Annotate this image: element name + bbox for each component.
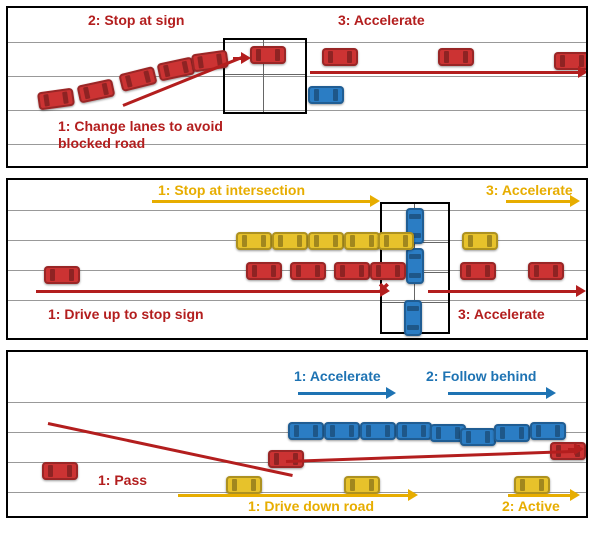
blue-car-icon <box>530 422 566 440</box>
arrow-red-accelerate <box>428 290 578 293</box>
yellow-car-icon <box>514 476 550 494</box>
red-car-icon <box>42 462 78 480</box>
red-car-icon <box>290 262 326 280</box>
label-yellow-stop: 1: Stop at intersection <box>158 182 305 199</box>
red-car-icon <box>370 262 406 280</box>
yellow-car-icon <box>226 476 262 494</box>
arrow-accelerate <box>310 71 580 74</box>
label-red-driveup: 1: Drive up to stop sign <box>48 306 204 323</box>
arrow-lane-change-head <box>233 57 243 60</box>
red-car-icon <box>44 266 80 284</box>
stop-marker-icon: ✖ <box>378 280 390 297</box>
label-accelerate: 3: Accelerate <box>338 12 425 29</box>
label-yellow-drive: 1: Drive down road <box>248 498 374 515</box>
blue-car-icon <box>460 428 496 446</box>
scenario-3: 1: Accelerate 2: Follow behind 1: Pass 1… <box>6 350 588 518</box>
blue-car-icon <box>308 86 344 104</box>
arrow-yellow-accelerate <box>506 200 572 203</box>
arrow-yellow-stop <box>152 200 372 203</box>
red-car-icon <box>322 48 358 66</box>
red-car-icon <box>246 262 282 280</box>
yellow-car-icon <box>378 232 414 250</box>
arrow-yellow-active <box>508 494 572 497</box>
blue-car-icon <box>360 422 396 440</box>
blue-car-icon <box>288 422 324 440</box>
label-blue-accelerate: 1: Accelerate <box>294 368 381 385</box>
scenario-1: 2: Stop at sign 3: Accelerate 1: Change … <box>6 6 588 168</box>
label-blue-follow: 2: Follow behind <box>426 368 536 385</box>
arrow-yellow-drive <box>178 494 410 497</box>
arrow-blue-follow <box>448 392 548 395</box>
yellow-car-icon <box>344 476 380 494</box>
label-red-pass: 1: Pass <box>98 472 147 489</box>
arrow-red-driveup <box>36 290 382 293</box>
arrow-blue-accelerate <box>298 392 388 395</box>
blue-car-icon <box>494 424 530 442</box>
yellow-car-icon <box>236 232 272 250</box>
yellow-car-icon <box>462 232 498 250</box>
red-car-icon <box>528 262 564 280</box>
label-yellow-accelerate: 3: Accelerate <box>486 182 573 199</box>
label-yellow-active: 2: Active <box>502 498 560 515</box>
blue-car-icon <box>324 422 360 440</box>
blue-car-icon <box>406 248 424 284</box>
yellow-car-icon <box>308 232 344 250</box>
blue-car-icon <box>404 300 422 336</box>
label-red-accelerate: 3: Accelerate <box>458 306 545 323</box>
yellow-car-icon <box>272 232 308 250</box>
red-car-icon <box>438 48 474 66</box>
arrow-red-pass-head <box>568 448 576 451</box>
red-car-icon <box>250 46 286 64</box>
label-change-lanes: 1: Change lanes to avoid blocked road <box>58 118 228 152</box>
blue-car-icon <box>396 422 432 440</box>
label-stop-at-sign: 2: Stop at sign <box>88 12 184 29</box>
red-car-icon <box>334 262 370 280</box>
scenario-2: ✖ 1: Stop at intersection 3: Accelerate … <box>6 178 588 340</box>
red-car-icon <box>460 262 496 280</box>
yellow-car-icon <box>344 232 380 250</box>
